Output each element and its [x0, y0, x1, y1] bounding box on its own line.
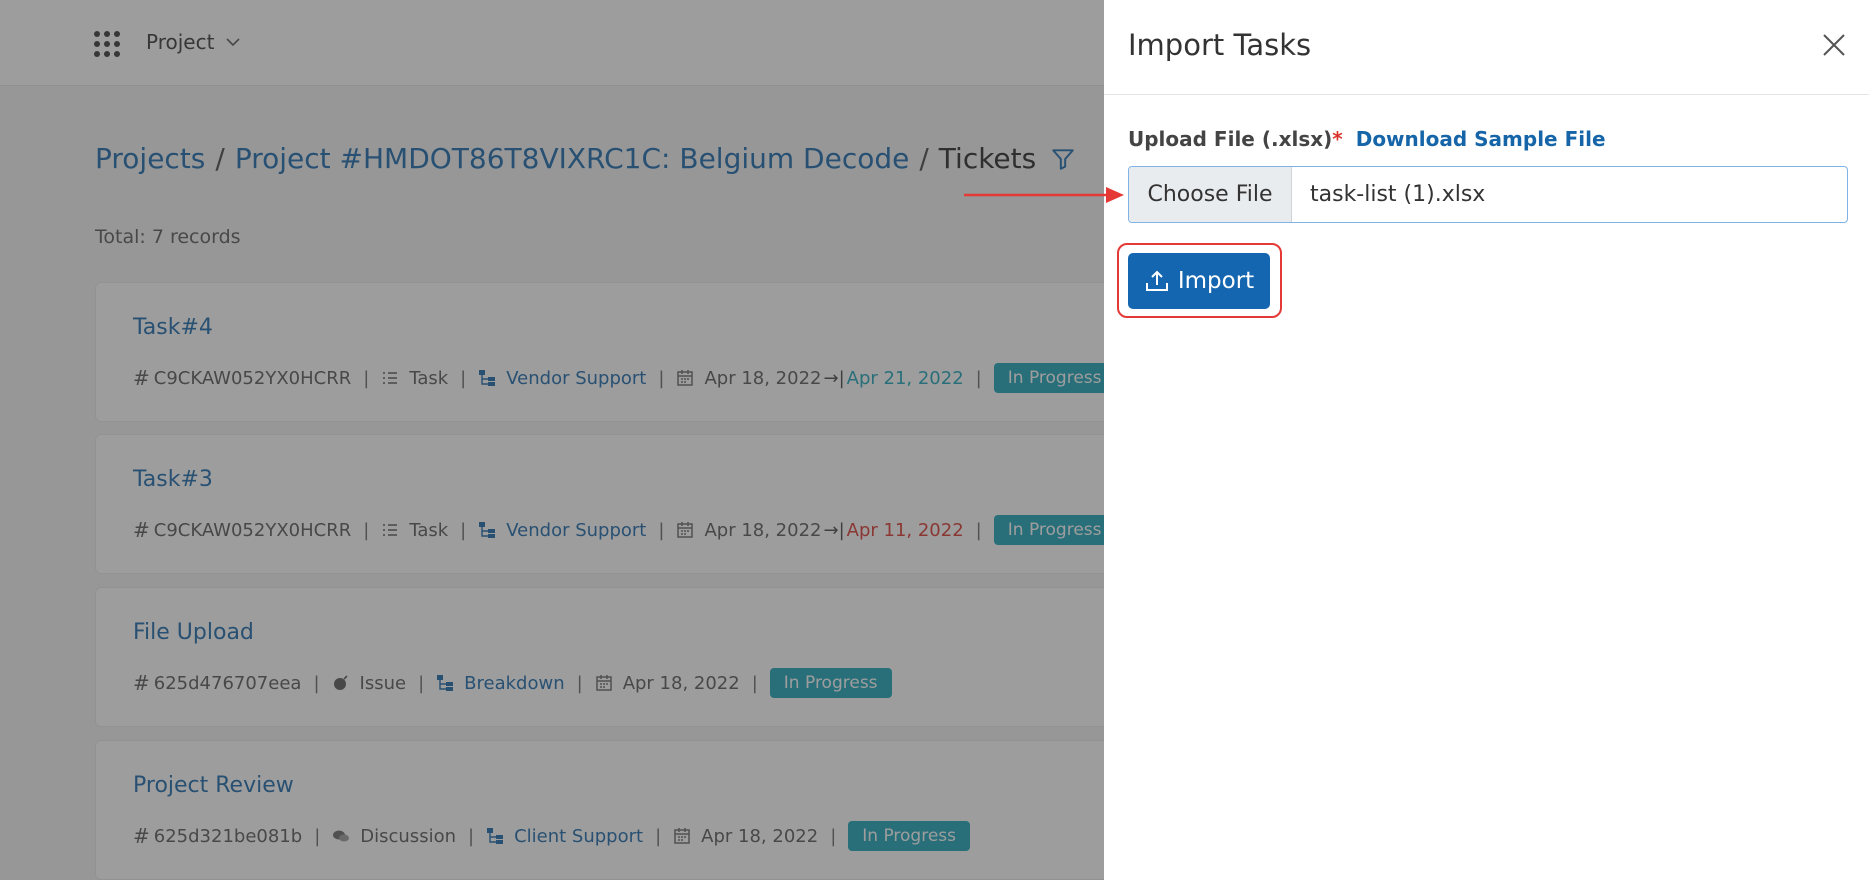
import-button-label: Import [1177, 268, 1255, 294]
annotation-arrow-icon [964, 187, 1124, 203]
choose-file-button[interactable]: Choose File [1129, 167, 1292, 222]
required-mark: * [1332, 127, 1343, 151]
file-input[interactable]: Choose File task-list (1).xlsx [1128, 166, 1848, 223]
download-sample-link[interactable]: Download Sample File [1356, 127, 1606, 151]
import-tasks-panel: Import Tasks Upload File (.xlsx)* Downlo… [1104, 0, 1869, 880]
close-icon[interactable] [1819, 30, 1849, 60]
import-button[interactable]: Import [1128, 253, 1270, 309]
upload-icon [1145, 270, 1168, 291]
upload-file-label: Upload File (.xlsx)* Download Sample Fil… [1128, 127, 1606, 151]
upload-label-text: Upload File (.xlsx) [1128, 127, 1333, 151]
panel-header: Import Tasks [1104, 0, 1869, 95]
selected-file-name: task-list (1).xlsx [1310, 182, 1486, 207]
panel-title: Import Tasks [1128, 28, 1312, 62]
